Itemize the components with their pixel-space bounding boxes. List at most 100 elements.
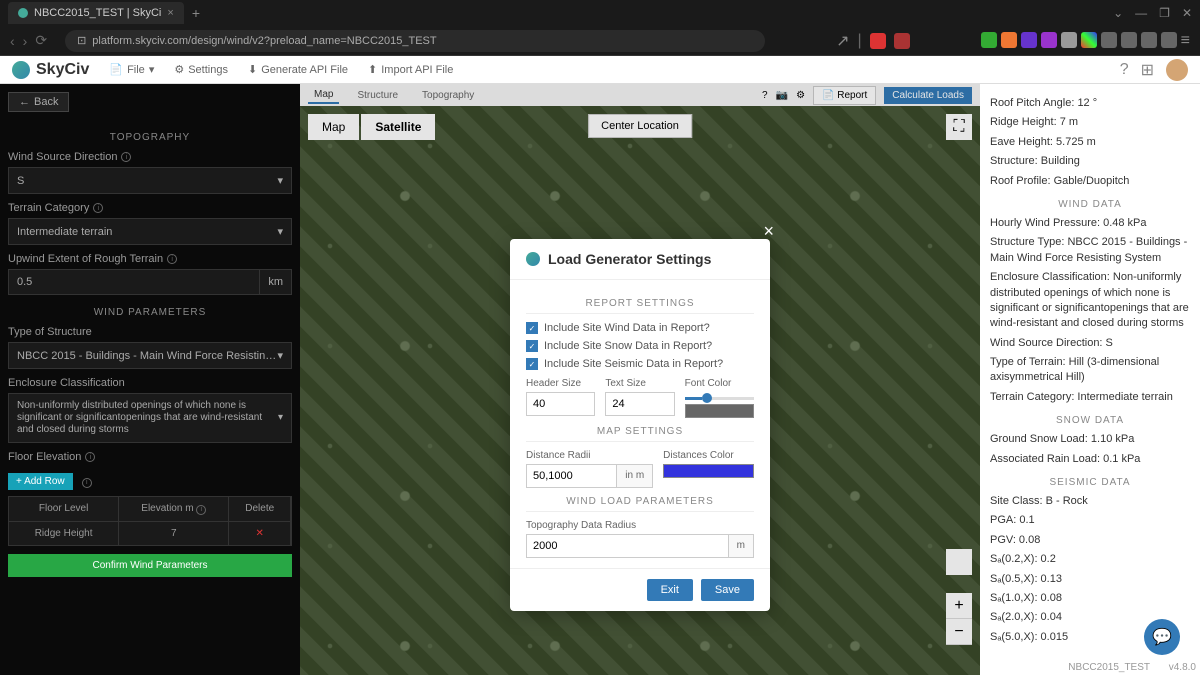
floor-elevation-label: Floor Elevation i <box>8 451 292 463</box>
include-snow-checkbox[interactable]: ✓Include Site Snow Data in Report? <box>526 340 754 352</box>
enclosure-select[interactable]: Non-uniformly distributed openings of wh… <box>8 393 292 443</box>
refresh-icon[interactable]: ⟳ <box>35 32 47 49</box>
generate-api-button[interactable]: ⬇ Generate API File <box>248 63 348 76</box>
data-row: Sₐ(0.2,X): 0.2 <box>990 552 1190 567</box>
browser-address-bar: ‹ › ⟳ ⊡ platform.skyciv.com/design/wind/… <box>0 26 1200 56</box>
data-row: Enclosure Classification: Non-uniformly … <box>990 270 1190 332</box>
include-wind-checkbox[interactable]: ✓Include Site Wind Data in Report? <box>526 322 754 334</box>
project-name: NBCC2015_TEST <box>1068 662 1150 673</box>
distance-radii-label: Distance Radii <box>526 450 653 461</box>
info-icon: i <box>121 152 131 162</box>
browser-tab[interactable]: NBCC2015_TEST | SkyCi × <box>8 2 184 24</box>
extension-icon[interactable] <box>1141 32 1157 48</box>
app-header: SkyCiv 📄 File ▾ ⚙ Settings ⬇ Generate AP… <box>0 56 1200 84</box>
structure-type-label: Type of Structure <box>8 326 292 338</box>
back-button[interactable]: ← Back <box>8 92 69 112</box>
upwind-extent-input[interactable]: 0.5 <box>8 269 260 295</box>
floor-table: Floor Level Elevation m i Delete Ridge H… <box>8 496 292 546</box>
chevron-down-icon: ▾ <box>277 174 283 187</box>
font-color-swatch[interactable] <box>685 404 754 418</box>
add-row-button[interactable]: + Add Row <box>8 473 73 490</box>
topo-radius-label: Topography Data Radius <box>526 520 754 531</box>
extension-icon[interactable] <box>870 33 886 49</box>
maximize-icon[interactable]: ❐ <box>1159 6 1170 20</box>
data-row: Roof Profile: Gable/Duopitch <box>990 174 1190 189</box>
sidebar: ← Back TOPOGRAPHY Wind Source Direction … <box>0 84 300 675</box>
confirm-wind-button[interactable]: Confirm Wind Parameters <box>8 554 292 577</box>
help-icon[interactable]: ? <box>1120 61 1129 79</box>
data-row: Structure: Building <box>990 154 1190 169</box>
forward-icon[interactable]: › <box>23 33 28 49</box>
data-row: PGV: 0.08 <box>990 533 1190 548</box>
wind-params-header: WIND PARAMETERS <box>8 307 292 318</box>
map-settings-header: MAP SETTINGS <box>526 426 754 442</box>
logo-icon <box>12 61 30 79</box>
table-header-cell: Delete <box>229 497 291 521</box>
right-panel: Roof Pitch Angle: 12 ° Ridge Height: 7 m… <box>980 84 1200 675</box>
share-icon[interactable]: ↗ <box>836 31 849 51</box>
wind-direction-label: Wind Source Direction i <box>8 151 292 163</box>
header-size-input[interactable] <box>526 392 595 416</box>
close-window-icon[interactable]: ✕ <box>1182 6 1192 20</box>
report-settings-header: REPORT SETTINGS <box>526 298 754 314</box>
structure-type-select[interactable]: NBCC 2015 - Buildings - Main Wind Force … <box>8 342 292 369</box>
data-row: Roof Pitch Angle: 12 ° <box>990 96 1190 111</box>
extension-icon[interactable] <box>1061 32 1077 48</box>
table-header-cell: Elevation m i <box>119 497 229 521</box>
close-icon[interactable]: × <box>763 221 774 242</box>
settings-menu[interactable]: ⚙ Settings <box>174 63 228 76</box>
topo-radius-input[interactable] <box>526 534 729 558</box>
distances-color-swatch[interactable] <box>663 464 754 478</box>
back-icon[interactable]: ‹ <box>10 33 15 49</box>
extension-icon[interactable] <box>1101 32 1117 48</box>
table-header-cell: Floor Level <box>9 497 119 521</box>
save-button[interactable]: Save <box>701 579 754 601</box>
include-seismic-checkbox[interactable]: ✓Include Site Seismic Data in Report? <box>526 358 754 370</box>
topography-header: TOPOGRAPHY <box>8 132 292 143</box>
data-row: Ground Snow Load: 1.10 kPa <box>990 432 1190 447</box>
extension-icon[interactable] <box>1161 32 1177 48</box>
window-controls: ⌄ ― ❐ ✕ <box>1113 6 1192 20</box>
info-icon: i <box>167 254 177 264</box>
seismic-data-header: SEISMIC DATA <box>990 477 1190 488</box>
chat-button[interactable]: 💬 <box>1144 619 1180 655</box>
map-area: Map Structure Topography ? 📷 ⚙ 📄 Report … <box>300 84 980 675</box>
distance-radii-input[interactable] <box>526 464 617 488</box>
avatar[interactable] <box>1166 59 1188 81</box>
minimize-icon[interactable]: ― <box>1135 6 1147 20</box>
extension-icon[interactable] <box>1021 32 1037 48</box>
info-icon: i <box>93 203 103 213</box>
font-color-slider[interactable] <box>685 397 754 400</box>
menu-icon[interactable]: ≡ <box>1181 32 1190 50</box>
wind-direction-select[interactable]: S▾ <box>8 167 292 194</box>
import-api-button[interactable]: ⬆ Import API File <box>368 63 453 76</box>
exit-button[interactable]: Exit <box>647 579 693 601</box>
extension-icon[interactable] <box>1081 32 1097 48</box>
info-icon: i <box>196 505 206 515</box>
extension-icon[interactable] <box>1121 32 1137 48</box>
apps-icon[interactable]: ⊞ <box>1141 60 1154 80</box>
table-cell[interactable]: 7 <box>119 522 229 545</box>
favicon-icon <box>18 8 28 18</box>
upwind-extent-label: Upwind Extent of Rough Terrain i <box>8 253 292 265</box>
font-color-label: Font Color <box>685 378 754 389</box>
new-tab-button[interactable]: + <box>192 5 200 21</box>
terrain-category-select[interactable]: Intermediate terrain▾ <box>8 218 292 245</box>
data-row: Eave Height: 5.725 m <box>990 135 1190 150</box>
lock-icon: ⊡ <box>77 34 86 47</box>
extension-icon[interactable] <box>981 32 997 48</box>
extension-icon[interactable] <box>1041 32 1057 48</box>
text-size-input[interactable] <box>605 392 674 416</box>
extension-icon[interactable] <box>1001 32 1017 48</box>
close-icon[interactable]: × <box>167 7 173 19</box>
delete-row-button[interactable]: ✕ <box>229 522 291 545</box>
logo[interactable]: SkyCiv <box>12 61 89 79</box>
version-label: v4.8.0 <box>1169 662 1196 673</box>
logo-icon <box>526 252 540 266</box>
chevron-down-icon: ▾ <box>278 412 283 424</box>
extension-icon[interactable] <box>894 33 910 49</box>
file-menu[interactable]: 📄 File ▾ <box>109 63 154 76</box>
url-input[interactable]: ⊡ platform.skyciv.com/design/wind/v2?pre… <box>65 30 765 52</box>
snow-data-header: SNOW DATA <box>990 415 1190 426</box>
chevron-down-icon[interactable]: ⌄ <box>1113 6 1123 20</box>
